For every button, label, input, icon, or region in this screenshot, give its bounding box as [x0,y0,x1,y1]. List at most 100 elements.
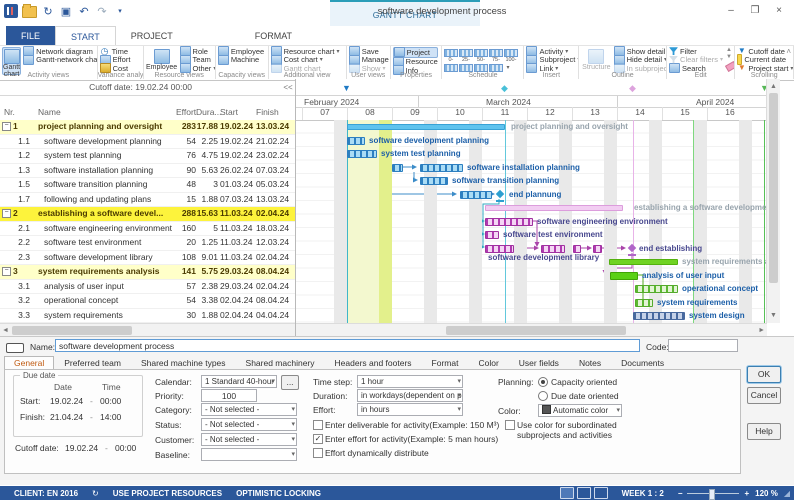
panel-tab-notes[interactable]: Notes [569,356,611,370]
table-row[interactable]: 1.5software transition planning48301.03.… [0,178,295,193]
color-select[interactable]: Automatic color [538,404,622,417]
tab-file[interactable]: FILE [6,26,55,45]
schedule-option-button[interactable] [444,64,457,72]
table-row[interactable]: 2.3software development library1089.0111… [0,251,295,266]
schedule-option-button[interactable] [474,64,487,72]
table-row[interactable]: 1.2system test planning764.7519.02.2423.… [0,149,295,164]
scrollbar-thumb[interactable] [769,93,778,283]
start-date-value[interactable]: 19.02.24 [50,396,83,406]
column-header-nr[interactable]: Nr. [4,107,15,117]
task-bar[interactable] [347,137,365,145]
eraser-icon[interactable] [725,61,735,72]
calendar-browse-button[interactable]: ... [281,375,299,390]
scrollbar-thumb[interactable] [446,326,626,335]
sync-icon[interactable]: ↻ [92,489,99,498]
status-select[interactable]: - Not selected - [201,418,297,431]
column-header-finish[interactable]: Finish [256,107,279,117]
schedule-option-button[interactable]: 100- [504,49,517,63]
task-bar[interactable] [420,177,448,185]
scroll-up-icon[interactable]: ▲ [770,80,777,93]
zoom-slider[interactable] [687,493,739,494]
effort-distribute-checkbox[interactable] [313,448,323,458]
effort-select[interactable]: in hours [357,403,463,416]
panel-tab-format[interactable]: Format [422,356,469,370]
deliverable-checkbox[interactable] [313,420,323,430]
table-row[interactable]: 3.3system requirements301.8802.04.2404.0… [0,309,295,324]
task-bar[interactable] [573,245,581,253]
task-bar[interactable] [392,164,403,172]
chevron-down-icon[interactable]: ▾ [506,64,509,71]
panel-tab-general[interactable]: General [4,356,54,370]
summary-bar[interactable] [609,259,678,265]
table-horizontal-scrollbar[interactable]: ◄ [0,323,295,337]
cutoff-time-value[interactable]: 00:00 [115,443,136,453]
table-row[interactable]: −2establishing a software devel...28815.… [0,207,295,222]
time-step-select[interactable]: 1 hour [357,375,463,388]
collapse-icon[interactable]: − [2,267,11,276]
effort-activity-checkbox[interactable]: ✓ [313,434,323,444]
tab-project[interactable]: PROJECT [116,26,188,45]
table-row[interactable]: −1project planning and oversight28317.88… [0,120,295,135]
table-row[interactable]: 1.3software installation planning905.632… [0,164,295,179]
collapse-table-button[interactable]: << [281,83,295,92]
scrollbar-thumb[interactable] [12,326,132,335]
collapse-icon[interactable]: − [2,209,11,218]
customize-quick-access-icon[interactable]: ▾ [113,4,127,18]
panel-tab-shared-machine-types[interactable]: Shared machine types [131,356,236,370]
undo-icon[interactable]: ↶ [77,4,91,18]
task-bar[interactable] [485,218,533,226]
zoom-slider-thumb[interactable] [709,489,715,500]
customer-select[interactable]: - Not selected - [201,433,297,446]
panel-tab-shared-machinery[interactable]: Shared machinery [236,356,325,370]
capacity-oriented-radio[interactable] [538,377,548,387]
task-bar[interactable] [485,245,514,253]
panel-tab-preferred-team[interactable]: Preferred team [54,356,131,370]
employee-button[interactable]: Employee [146,47,178,75]
finish-time-value[interactable]: 14:00 [100,412,121,422]
summary-bar[interactable] [347,124,505,130]
scroll-right-icon[interactable]: ► [758,324,765,336]
close-button[interactable]: × [768,2,790,18]
duration-select[interactable]: in workdays(dependent on project c [357,389,463,402]
gantt-horizontal-scrollbar[interactable]: ► [296,323,767,336]
cutoff-date-marker[interactable]: ▼ [342,83,351,93]
schedule-option-button[interactable] [459,64,472,72]
tab-format[interactable]: FORMAT [240,26,307,45]
panel-tab-headers-and-footers[interactable]: Headers and footers [325,356,422,370]
schedule-option-button[interactable]: 0- [444,49,457,63]
table-row[interactable]: 2.1software engineering environment16051… [0,222,295,237]
task-bar[interactable] [633,312,685,320]
scroll-down-icon[interactable]: ▼ [726,54,735,61]
task-bar[interactable] [460,191,492,199]
tab-start[interactable]: START [55,26,116,46]
start-time-value[interactable]: 00:00 [100,396,121,406]
table-row[interactable]: 3.1analysis of user input572.3829.03.240… [0,280,295,295]
refresh-icon[interactable]: ↻ [41,4,55,18]
task-bar[interactable] [635,299,653,307]
maximize-button[interactable]: ❐ [744,2,766,18]
subordinate-color-checkbox[interactable] [505,420,515,430]
minimize-button[interactable]: – [720,2,742,18]
table-row[interactable]: 2.2software test environment201.2511.03.… [0,236,295,251]
schedule-option-button[interactable]: 50- [474,49,487,63]
zoom-out-button[interactable]: − [678,489,683,498]
name-input[interactable]: software development process [55,339,640,352]
task-bar[interactable] [635,285,678,293]
column-header-effort[interactable]: Effort [176,107,196,117]
chart-view-icon[interactable] [594,487,608,499]
cutoff-date-value[interactable]: 19.02.24 [65,443,98,453]
due-date-oriented-radio[interactable] [538,391,548,401]
category-select[interactable]: - Not selected - [201,403,297,416]
gantt-network-chart-button[interactable]: Gantt-network chart [23,56,97,65]
task-bar[interactable] [541,245,565,253]
schedule-option-button[interactable] [489,64,502,72]
zoom-in-button[interactable]: + [744,489,749,498]
cancel-button[interactable]: Cancel [747,387,781,404]
task-bar[interactable] [593,245,602,253]
schedule-option-button[interactable]: 75- [489,49,502,63]
task-bar[interactable] [347,150,377,158]
finish-date-value[interactable]: 21.04.24 [50,412,83,422]
collapse-icon[interactable]: − [2,122,11,131]
ok-button[interactable]: OK [747,366,781,383]
machine-button[interactable]: Machine [218,56,264,65]
